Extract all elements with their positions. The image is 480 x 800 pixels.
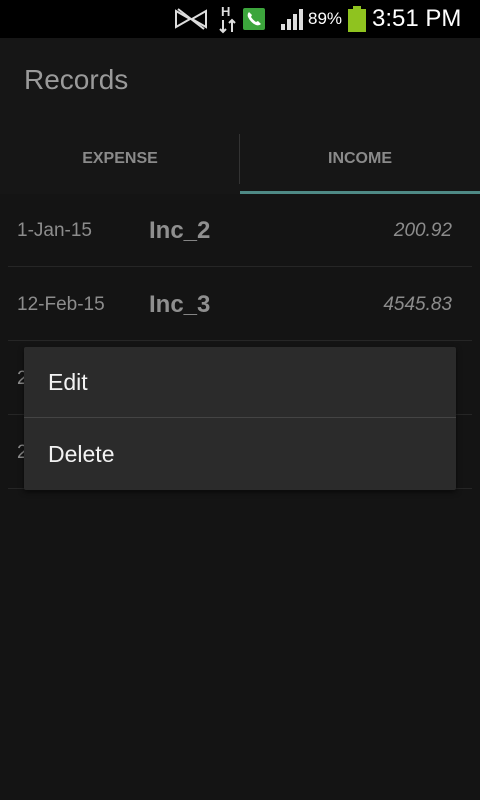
action-bar: Records: [0, 38, 480, 124]
hspa-icon: H: [219, 0, 237, 38]
mute-icon: [174, 0, 208, 38]
status-bar: H 89% 3:51 PM: [0, 0, 480, 38]
record-name: Inc_3: [149, 290, 211, 318]
context-menu: Edit Delete: [24, 347, 456, 490]
phone-call-icon: [243, 0, 265, 38]
signal-icon: [280, 0, 306, 38]
delete-menu-item[interactable]: Delete: [24, 419, 456, 490]
battery-icon: [347, 0, 367, 38]
list-item[interactable]: 12-Feb-15 Inc_3 4545.83: [8, 268, 472, 341]
record-date: 1-Jan-15: [17, 219, 92, 241]
clock: 3:51 PM: [372, 5, 462, 32]
edit-menu-item[interactable]: Edit: [24, 347, 456, 418]
tab-expense[interactable]: EXPENSE: [0, 124, 240, 194]
record-amount: 200.92: [393, 219, 452, 241]
record-amount: 4545.83: [383, 293, 452, 315]
record-date: 12-Feb-15: [17, 293, 105, 315]
tab-bar: EXPENSE INCOME: [0, 124, 480, 194]
list-item[interactable]: 1-Jan-15 Inc_2 200.92: [8, 194, 472, 267]
record-name: Inc_2: [149, 216, 211, 244]
tab-income[interactable]: INCOME: [240, 124, 480, 194]
app-title: Records: [24, 64, 129, 95]
battery-percent: 89%: [308, 9, 343, 28]
svg-text:H: H: [221, 4, 230, 19]
